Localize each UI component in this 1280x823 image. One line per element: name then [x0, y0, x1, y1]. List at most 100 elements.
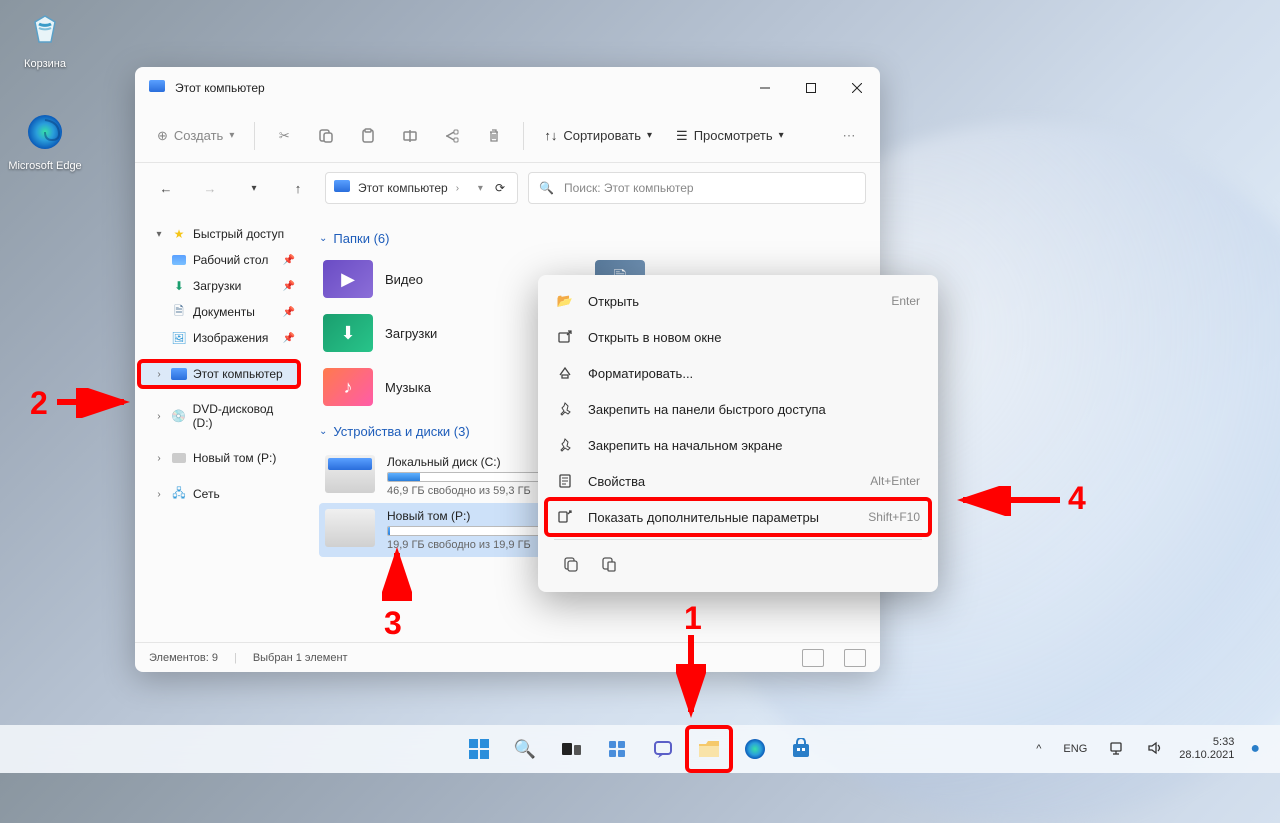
- ctx-format[interactable]: Форматировать...: [546, 355, 930, 391]
- tray-language[interactable]: ENG: [1057, 739, 1093, 759]
- drive-c[interactable]: Локальный диск (C:) 46,9 ГБ свободно из …: [319, 449, 549, 503]
- share-button[interactable]: [433, 118, 471, 154]
- desktop-icon-edge[interactable]: Microsoft Edge: [8, 108, 82, 172]
- explorer-button[interactable]: [689, 729, 729, 769]
- ctx-show-more-options[interactable]: Показать дополнительные параметры Shift+…: [546, 499, 930, 535]
- forward-button[interactable]: →: [193, 171, 227, 205]
- rename-button[interactable]: [391, 118, 429, 154]
- tiles-view-button[interactable]: [844, 649, 866, 667]
- titlebar[interactable]: Этот компьютер: [135, 67, 880, 109]
- edge-icon: [21, 108, 69, 156]
- statusbar: Элементов: 9 | Выбран 1 элемент: [135, 642, 880, 672]
- status-selected: Выбран 1 элемент: [253, 652, 348, 664]
- chevron-right-icon: ›: [153, 369, 165, 380]
- edge-button[interactable]: [735, 729, 775, 769]
- ctx-open[interactable]: 📂 Открыть Enter: [546, 283, 930, 319]
- ctx-paste-button[interactable]: [594, 550, 624, 578]
- task-view-button[interactable]: [551, 729, 591, 769]
- rename-icon: [402, 128, 418, 144]
- pin-icon: 📌: [283, 307, 295, 318]
- ctx-icon-row: [546, 544, 930, 584]
- tray-network[interactable]: [1103, 737, 1131, 762]
- desktop-icon-label: Microsoft Edge: [8, 160, 82, 172]
- sidebar-item-new-volume[interactable]: › Новый том (P:): [139, 445, 299, 471]
- ctx-open-new-window[interactable]: Открыть в новом окне: [546, 319, 930, 355]
- ctx-properties[interactable]: Свойства Alt+Enter: [546, 463, 930, 499]
- tray-notification[interactable]: ●: [1244, 736, 1266, 762]
- arrow-2: [52, 388, 132, 418]
- close-button[interactable]: [834, 67, 880, 109]
- sidebar-item-desktop[interactable]: Рабочий стол 📌: [139, 247, 299, 273]
- delete-button[interactable]: [475, 118, 513, 154]
- chevron-down-icon: ▾: [153, 229, 165, 240]
- folder-open-icon: 📂: [556, 292, 574, 310]
- widgets-button[interactable]: [597, 729, 637, 769]
- sidebar-item-pictures[interactable]: 🖼 Изображения 📌: [139, 325, 299, 351]
- more-button[interactable]: ⋯: [830, 118, 868, 154]
- windows-icon: [467, 737, 491, 761]
- desktop-icon-recycle-bin[interactable]: Корзина: [8, 6, 82, 70]
- details-view-button[interactable]: [802, 649, 824, 667]
- document-icon: 🗎: [171, 304, 187, 320]
- ellipsis-icon: ⋯: [843, 128, 856, 144]
- tray-clock[interactable]: 5:33 28.10.2021: [1179, 736, 1234, 762]
- drive-p-selected[interactable]: Новый том (P:) 19,9 ГБ свободно из 19,9 …: [319, 503, 549, 557]
- sidebar-quick-access[interactable]: ▾ ★ Быстрый доступ: [139, 221, 299, 247]
- sidebar-item-dvd[interactable]: › 💿 DVD-дисковод (D:): [139, 397, 299, 435]
- sidebar: ▾ ★ Быстрый доступ Рабочий стол 📌 ⬇ Загр…: [135, 213, 303, 642]
- navbar: ← → ▾ ↑ Этот компьютер › ▾ ⟳ 🔍 Поиск: Эт…: [135, 163, 880, 213]
- properties-icon: [556, 472, 574, 490]
- tray-chevron[interactable]: ^: [1030, 739, 1047, 759]
- scissors-icon: ✂: [279, 128, 290, 144]
- chevron-down-icon: ▾: [229, 130, 234, 141]
- sidebar-item-network[interactable]: › 🖧 Сеть: [139, 481, 299, 507]
- view-button[interactable]: ☰ Просмотреть ▾: [666, 122, 794, 150]
- search-button[interactable]: 🔍: [505, 729, 545, 769]
- drive-capacity-bar: [387, 526, 543, 536]
- search-icon: 🔍: [514, 739, 536, 760]
- chevron-right-icon: ›: [153, 453, 165, 464]
- start-button[interactable]: [459, 729, 499, 769]
- desktop-icon: [171, 252, 187, 268]
- minimize-button[interactable]: [742, 67, 788, 109]
- ctx-copy-button[interactable]: [556, 550, 586, 578]
- sidebar-item-downloads[interactable]: ⬇ Загрузки 📌: [139, 273, 299, 299]
- pc-icon: [334, 180, 350, 196]
- tray-volume[interactable]: [1141, 737, 1169, 762]
- ctx-pin-start[interactable]: Закрепить на начальном экране: [546, 427, 930, 463]
- copy-button[interactable]: [307, 118, 345, 154]
- folder-music[interactable]: ♪ Музыка: [319, 364, 559, 410]
- music-folder-icon: ♪: [323, 368, 373, 406]
- sidebar-item-this-pc[interactable]: › Этот компьютер: [139, 361, 299, 387]
- breadcrumb: Этот компьютер: [358, 181, 448, 195]
- sort-button[interactable]: ↑↓ Сортировать ▾: [534, 122, 662, 149]
- ctx-pin-quick-access[interactable]: Закрепить на панели быстрого доступа: [546, 391, 930, 427]
- refresh-button[interactable]: ⟳: [491, 181, 509, 195]
- sidebar-item-documents[interactable]: 🗎 Документы 📌: [139, 299, 299, 325]
- recent-button[interactable]: ▾: [237, 171, 271, 205]
- pin-icon: 📌: [283, 281, 295, 292]
- pin-icon: [556, 400, 574, 418]
- maximize-button[interactable]: [788, 67, 834, 109]
- address-bar[interactable]: Этот компьютер › ▾ ⟳: [325, 172, 518, 204]
- chevron-down-icon: ⌄: [319, 426, 327, 437]
- folder-downloads[interactable]: ⬇ Загрузки: [319, 310, 559, 356]
- back-button[interactable]: ←: [149, 171, 183, 205]
- chevron-right-icon: ›: [153, 489, 165, 500]
- recycle-bin-icon: [21, 6, 69, 54]
- pc-icon: [171, 366, 187, 382]
- drive-icon: [325, 509, 375, 547]
- section-folders[interactable]: ⌄ Папки (6): [319, 231, 864, 246]
- folder-video[interactable]: ▶ Видео: [319, 256, 559, 302]
- up-button[interactable]: ↑: [281, 171, 315, 205]
- search-input[interactable]: 🔍 Поиск: Этот компьютер: [528, 172, 866, 204]
- pin-start-icon: [556, 436, 574, 454]
- plus-icon: ⊕: [157, 128, 168, 144]
- cut-button[interactable]: ✂: [265, 118, 303, 154]
- chat-button[interactable]: [643, 729, 683, 769]
- store-button[interactable]: [781, 729, 821, 769]
- downloads-folder-icon: ⬇: [323, 314, 373, 352]
- new-button[interactable]: ⊕ Создать ▾: [147, 122, 244, 150]
- paste-button[interactable]: [349, 118, 387, 154]
- volume-icon: [1147, 741, 1163, 755]
